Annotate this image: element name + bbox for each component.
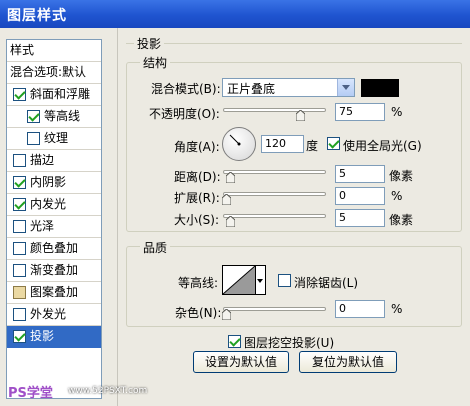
style-item-label: 图案叠加 xyxy=(30,285,79,299)
style-list-item[interactable]: 样式 xyxy=(7,40,101,62)
size-unit: 像素 xyxy=(389,213,414,227)
blend-mode-value: 正片叠底 xyxy=(227,82,276,96)
style-item-label: 投影 xyxy=(30,329,55,343)
contour-dropdown[interactable] xyxy=(256,265,266,295)
distance-slider-thumb[interactable] xyxy=(226,172,235,183)
style-item-label: 描边 xyxy=(30,153,55,167)
style-item-checkbox[interactable] xyxy=(13,154,26,167)
size-slider-thumb[interactable] xyxy=(226,216,235,227)
noise-input[interactable]: 0 xyxy=(335,300,385,318)
style-item-checkbox[interactable] xyxy=(13,330,26,343)
noise-slider-thumb[interactable] xyxy=(222,309,231,320)
style-item-label: 等高线 xyxy=(44,109,81,123)
style-item-label: 内阴影 xyxy=(30,175,67,189)
title-bar: 图层样式 xyxy=(0,0,470,28)
angle-input[interactable]: 120 xyxy=(261,135,304,153)
style-item-checkbox[interactable] xyxy=(13,198,26,211)
style-list-item[interactable]: 光泽 xyxy=(7,216,101,238)
style-item-checkbox[interactable] xyxy=(27,132,40,145)
antialias-checkbox[interactable] xyxy=(278,274,291,287)
style-item-label: 外发光 xyxy=(30,307,67,321)
quality-title: 品质 xyxy=(140,239,171,256)
global-light-checkbox[interactable] xyxy=(327,137,340,150)
style-item-label: 纹理 xyxy=(44,131,69,145)
distance-slider-track[interactable] xyxy=(223,170,326,174)
spread-unit: % xyxy=(391,189,403,203)
style-item-label: 颜色叠加 xyxy=(30,241,79,255)
opacity-label: 不透明度(O): xyxy=(149,107,220,121)
blend-mode-select[interactable]: 正片叠底 xyxy=(222,78,355,97)
spread-slider-thumb[interactable] xyxy=(222,194,231,205)
distance-label: 距离(D): xyxy=(174,170,221,184)
size-label: 大小(S): xyxy=(174,213,220,227)
style-item-checkbox[interactable] xyxy=(13,220,26,233)
drop-shadow-group xyxy=(126,43,462,44)
spread-label: 扩展(R): xyxy=(174,191,220,205)
global-light-label: 使用全局光(G) xyxy=(343,139,422,153)
antialias-label: 消除锯齿(L) xyxy=(294,276,359,290)
style-item-checkbox[interactable] xyxy=(13,176,26,189)
style-list-item[interactable]: 内阴影 xyxy=(7,172,101,194)
style-list-item[interactable]: 颜色叠加 xyxy=(7,238,101,260)
style-item-checkbox[interactable] xyxy=(27,110,40,123)
knockout-label: 图层挖空投影(U) xyxy=(244,336,335,350)
style-list-item[interactable]: 斜面和浮雕 xyxy=(7,84,101,106)
knockout-checkbox[interactable] xyxy=(228,335,241,348)
style-list-item[interactable]: 纹理 xyxy=(7,128,101,150)
size-slider-track[interactable] xyxy=(223,214,326,218)
angle-dial[interactable] xyxy=(222,127,256,161)
noise-label: 杂色(N): xyxy=(175,306,222,320)
noise-unit: % xyxy=(391,302,403,316)
opacity-slider-thumb[interactable] xyxy=(296,110,306,121)
style-list-item[interactable]: 等高线 xyxy=(7,106,101,128)
panel-divider xyxy=(117,28,118,406)
style-list-item[interactable]: 描边 xyxy=(7,150,101,172)
spread-input[interactable]: 0 xyxy=(335,187,385,205)
style-item-label: 光泽 xyxy=(30,219,55,233)
style-list-item[interactable]: 投影 xyxy=(7,326,101,348)
style-item-checkbox[interactable] xyxy=(13,264,26,277)
style-list-item[interactable]: 混合选项:默认 xyxy=(7,62,101,84)
size-input[interactable]: 5 xyxy=(335,209,385,227)
style-item-checkbox[interactable] xyxy=(13,88,26,101)
opacity-input[interactable]: 75 xyxy=(335,103,385,121)
structure-title: 结构 xyxy=(140,54,171,71)
spread-slider-track[interactable] xyxy=(223,192,326,196)
style-item-label: 样式 xyxy=(10,43,35,57)
chevron-down-icon[interactable] xyxy=(337,79,354,96)
section-title: 投影 xyxy=(134,35,165,52)
style-list-item[interactable]: 渐变叠加 xyxy=(7,260,101,282)
angle-unit: 度 xyxy=(306,139,319,153)
style-item-label: 斜面和浮雕 xyxy=(30,87,91,101)
style-list: 样式混合选项:默认斜面和浮雕等高线纹理描边内阴影内发光光泽颜色叠加渐变叠加图案叠… xyxy=(6,39,102,399)
style-list-item[interactable]: 图案叠加 xyxy=(7,282,101,304)
contour-preview[interactable] xyxy=(222,265,256,295)
reset-default-button[interactable]: 复位为默认值 xyxy=(299,351,397,373)
set-default-button[interactable]: 设置为默认值 xyxy=(193,351,289,373)
opacity-slider-track[interactable] xyxy=(223,108,326,112)
style-item-label: 内发光 xyxy=(30,197,67,211)
noise-slider-track[interactable] xyxy=(223,307,326,311)
watermark-url: www.52PSXT.com xyxy=(68,386,148,396)
opacity-unit: % xyxy=(391,105,403,119)
style-item-checkbox[interactable] xyxy=(13,308,26,321)
style-item-label: 混合选项:默认 xyxy=(10,65,87,79)
style-list-item[interactable]: 外发光 xyxy=(7,304,101,326)
angle-label: 角度(A): xyxy=(174,140,220,154)
style-item-label: 渐变叠加 xyxy=(30,263,79,277)
distance-unit: 像素 xyxy=(389,169,414,183)
style-item-checkbox[interactable] xyxy=(13,286,26,299)
contour-label: 等高线: xyxy=(178,276,219,290)
style-list-item[interactable]: 内发光 xyxy=(7,194,101,216)
blend-mode-label: 混合模式(B): xyxy=(151,82,221,96)
watermark-logo: PS学堂 xyxy=(8,386,53,401)
style-item-checkbox[interactable] xyxy=(13,242,26,255)
distance-input[interactable]: 5 xyxy=(335,165,385,183)
window-title: 图层样式 xyxy=(7,8,67,24)
shadow-color-swatch[interactable] xyxy=(361,79,399,97)
watermark: PS学堂 www.52PSXT.com xyxy=(0,380,147,404)
